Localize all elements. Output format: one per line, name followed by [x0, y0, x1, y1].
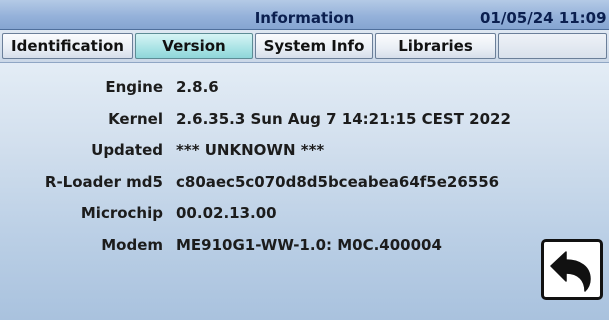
back-arrow-icon [550, 251, 591, 292]
info-label: Kernel [108, 109, 163, 128]
info-value: c80aec5c070d8d5bceabea64f5e26556 [176, 172, 500, 191]
info-row-kernel: Kernel 2.6.35.3 Sun Aug 7 14:21:15 CEST … [0, 104, 609, 136]
tab-system-info[interactable]: System Info [255, 33, 373, 59]
info-label: R-Loader md5 [44, 172, 163, 191]
info-row-rloader-md5: R-Loader md5 c80aec5c070d8d5bceabea64f5e… [0, 167, 609, 199]
information-screen: Information 01/05/24 11:09 Identificatio… [0, 0, 609, 320]
version-info-list: Engine 2.8.6 Kernel 2.6.35.3 Sun Aug 7 1… [0, 72, 609, 261]
info-row-microchip: Microchip 00.02.13.00 [0, 198, 609, 230]
info-row-engine: Engine 2.8.6 [0, 72, 609, 104]
info-value: *** UNKNOWN *** [176, 141, 325, 159]
info-label: Engine [105, 78, 163, 96]
info-value: 2.8.6 [176, 78, 219, 96]
info-value: 2.6.35.3 Sun Aug 7 14:21:15 CEST 2022 [176, 109, 511, 128]
info-row-modem: Modem ME910G1-WW-1.0: M0C.400004 [0, 230, 609, 262]
tab-version[interactable]: Version [135, 33, 253, 59]
tab-identification[interactable]: Identification [2, 33, 133, 59]
info-value: 00.02.13.00 [176, 204, 277, 222]
info-label: Microchip [80, 204, 163, 222]
title-bar: Information 01/05/24 11:09 [0, 0, 609, 30]
info-row-updated: Updated *** UNKNOWN *** [0, 135, 609, 167]
tab-bar: Identification Version System Info Libra… [0, 30, 609, 63]
clock: 01/05/24 11:09 [480, 9, 607, 27]
info-label: Updated [91, 141, 163, 159]
tab-empty[interactable] [498, 33, 607, 59]
info-value: ME910G1-WW-1.0: M0C.400004 [176, 235, 442, 254]
info-label: Modem [101, 235, 163, 254]
back-button[interactable] [541, 239, 603, 300]
tab-libraries[interactable]: Libraries [375, 33, 496, 59]
